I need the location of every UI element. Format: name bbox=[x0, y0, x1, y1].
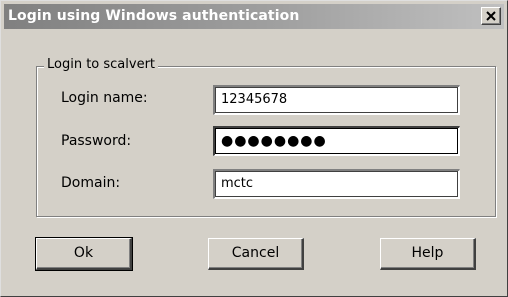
login-dialog: Login using Windows authentication Login… bbox=[0, 0, 508, 297]
help-button[interactable]: Help bbox=[380, 238, 476, 270]
groupbox-legend: Login to scalvert bbox=[44, 56, 159, 73]
close-icon bbox=[486, 11, 496, 21]
login-name-label: Login name: bbox=[61, 90, 148, 106]
title-bar[interactable]: Login using Windows authentication bbox=[4, 4, 504, 29]
password-label: Password: bbox=[61, 133, 132, 149]
login-name-field[interactable]: 12345678 bbox=[213, 85, 460, 115]
close-button[interactable] bbox=[481, 7, 501, 25]
domain-label: Domain: bbox=[61, 175, 121, 191]
domain-field[interactable]: mctc bbox=[213, 169, 460, 199]
ok-button[interactable]: Ok bbox=[35, 237, 133, 271]
window-title: Login using Windows authentication bbox=[8, 8, 300, 24]
cancel-button[interactable]: Cancel bbox=[208, 238, 304, 270]
password-field[interactable]: ●●●●●●●● bbox=[213, 126, 460, 156]
